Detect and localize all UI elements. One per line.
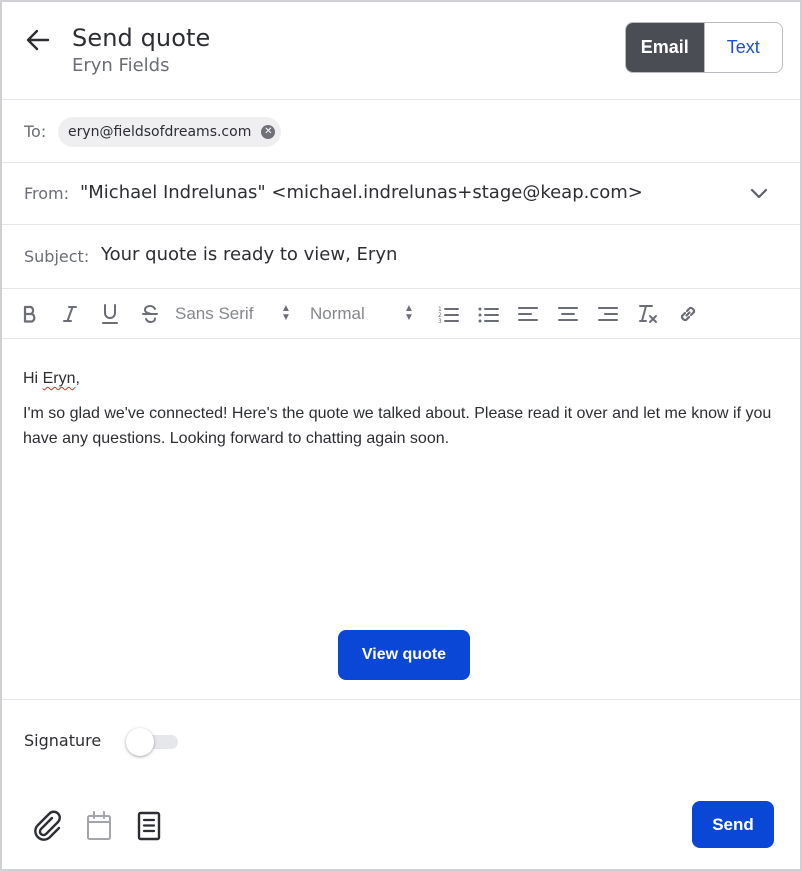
italic-icon bbox=[63, 306, 77, 322]
font-size-value: Normal bbox=[310, 304, 365, 323]
divider bbox=[2, 699, 800, 700]
svg-text:3: 3 bbox=[438, 318, 442, 324]
greeting-line: Hi Eryn, bbox=[23, 366, 783, 391]
greeting-suffix: , bbox=[75, 370, 80, 387]
send-quote-dialog: Send quote Eryn Fields Email Text To: er… bbox=[0, 0, 802, 871]
align-left-button[interactable] bbox=[517, 301, 539, 327]
clear-format-button[interactable] bbox=[637, 301, 659, 327]
bold-icon bbox=[23, 305, 36, 323]
paperclip-icon bbox=[34, 810, 61, 841]
divider bbox=[2, 99, 800, 100]
align-center-button[interactable] bbox=[557, 301, 579, 327]
view-quote-button[interactable]: View quote bbox=[338, 630, 470, 680]
divider bbox=[2, 162, 800, 163]
underline-icon bbox=[102, 304, 118, 324]
align-right-button[interactable] bbox=[597, 301, 619, 327]
italic-button[interactable] bbox=[59, 301, 81, 327]
clear-format-icon bbox=[639, 305, 657, 323]
from-select[interactable]: "Michael Indrelunas" <michael.indrelunas… bbox=[80, 182, 643, 203]
align-center-icon bbox=[558, 307, 578, 321]
recipient-chip[interactable]: eryn@fieldsofdreams.com ✕ bbox=[58, 117, 282, 147]
contact-name: Eryn Fields bbox=[72, 55, 170, 76]
greeting-name: Eryn bbox=[42, 370, 76, 387]
from-label: From: bbox=[24, 184, 70, 203]
select-arrows-icon: ▲ ▼ bbox=[404, 303, 414, 323]
strikethrough-button[interactable] bbox=[139, 301, 161, 327]
font-family-value: Sans Serif bbox=[175, 304, 254, 323]
link-button[interactable] bbox=[677, 301, 699, 327]
close-circle-icon[interactable]: ✕ bbox=[261, 125, 276, 139]
attach-file-button[interactable] bbox=[32, 808, 64, 844]
chevron-down-icon bbox=[750, 188, 768, 199]
calendar-icon bbox=[87, 811, 111, 840]
ordered-list-icon: 1 2 3 bbox=[438, 306, 459, 324]
underline-button[interactable] bbox=[99, 301, 121, 327]
select-arrows-icon: ▲ ▼ bbox=[281, 303, 291, 323]
document-icon bbox=[137, 811, 161, 841]
align-right-icon bbox=[598, 307, 618, 321]
subject-input[interactable]: Your quote is ready to view, Eryn bbox=[101, 244, 397, 265]
bold-button[interactable] bbox=[19, 301, 41, 327]
strikethrough-icon bbox=[142, 304, 158, 324]
divider bbox=[2, 338, 800, 339]
divider bbox=[2, 224, 800, 225]
formatting-toolbar: Sans Serif ▲ ▼ Normal ▲ ▼ 1 2 3 bbox=[2, 289, 800, 339]
template-button[interactable] bbox=[133, 808, 165, 844]
message-paragraph: I'm so glad we've connected! Here's the … bbox=[23, 405, 772, 447]
to-label: To: bbox=[24, 122, 47, 141]
schedule-button[interactable] bbox=[83, 808, 115, 844]
text-mode-button[interactable]: Text bbox=[703, 23, 782, 72]
signature-label: Signature bbox=[24, 731, 102, 750]
back-button[interactable] bbox=[24, 26, 52, 54]
font-family-select[interactable]: Sans Serif ▲ ▼ bbox=[175, 301, 300, 327]
arrow-left-icon bbox=[26, 29, 50, 51]
toggle-knob bbox=[126, 728, 154, 756]
dialog-header: Send quote Eryn Fields Email Text bbox=[2, 2, 800, 99]
send-button[interactable]: Send bbox=[692, 801, 774, 848]
mode-toggle: Email Text bbox=[625, 22, 783, 73]
bullet-list-icon bbox=[478, 307, 499, 323]
from-dropdown-button[interactable] bbox=[746, 182, 772, 206]
subject-label: Subject: bbox=[24, 247, 90, 266]
font-size-select[interactable]: Normal ▲ ▼ bbox=[310, 301, 417, 327]
message-editor[interactable]: Hi Eryn, I'm so glad we've connected! He… bbox=[23, 366, 783, 451]
align-left-icon bbox=[518, 307, 538, 321]
link-icon bbox=[680, 306, 696, 322]
ordered-list-button[interactable]: 1 2 3 bbox=[437, 301, 459, 327]
recipient-email: eryn@fieldsofdreams.com bbox=[68, 124, 252, 140]
greeting-prefix: Hi bbox=[23, 370, 43, 387]
email-mode-button[interactable]: Email bbox=[626, 23, 704, 72]
signature-toggle[interactable] bbox=[126, 728, 178, 756]
page-title: Send quote bbox=[72, 24, 211, 52]
bullet-list-button[interactable] bbox=[477, 301, 499, 327]
